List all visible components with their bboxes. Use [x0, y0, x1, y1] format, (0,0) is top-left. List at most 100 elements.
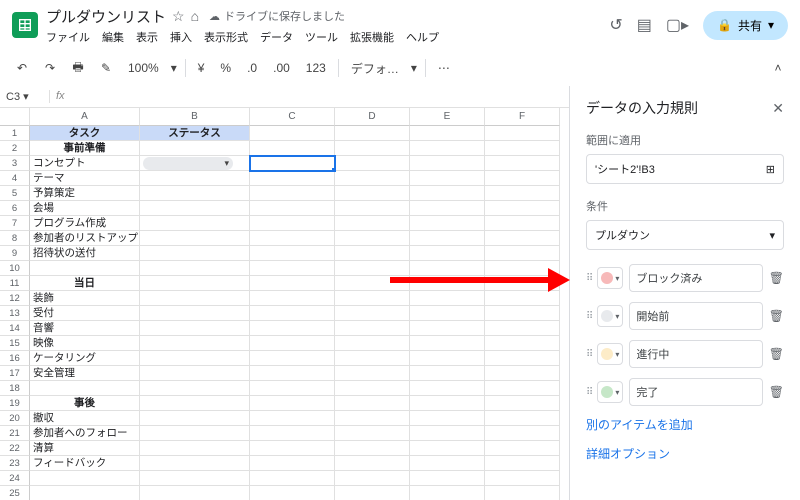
- cell[interactable]: [335, 456, 410, 471]
- move-icon[interactable]: ⌂: [191, 8, 199, 24]
- row-header[interactable]: 25: [0, 486, 30, 500]
- cell[interactable]: [335, 291, 410, 306]
- drag-handle-icon[interactable]: ⠿: [586, 349, 591, 360]
- cell[interactable]: [250, 171, 335, 186]
- row-header[interactable]: 6: [0, 201, 30, 216]
- menu-file[interactable]: ファイル: [46, 29, 90, 45]
- history-icon[interactable]: ↺: [609, 15, 622, 35]
- cell[interactable]: [485, 171, 560, 186]
- cell[interactable]: [335, 321, 410, 336]
- cell[interactable]: [335, 426, 410, 441]
- cell[interactable]: フィードバック: [30, 456, 140, 471]
- cell[interactable]: [140, 426, 250, 441]
- cell[interactable]: [140, 396, 250, 411]
- color-chip[interactable]: ▾: [597, 381, 623, 403]
- cell[interactable]: [140, 411, 250, 426]
- cell[interactable]: [335, 276, 410, 291]
- cell[interactable]: [335, 306, 410, 321]
- cell[interactable]: [410, 456, 485, 471]
- cell[interactable]: [250, 201, 335, 216]
- cell[interactable]: [485, 201, 560, 216]
- row-header[interactable]: 22: [0, 441, 30, 456]
- cell[interactable]: [250, 456, 335, 471]
- font-select[interactable]: デフォ…: [347, 58, 403, 79]
- cell[interactable]: [335, 351, 410, 366]
- cell[interactable]: [140, 276, 250, 291]
- cell[interactable]: [140, 246, 250, 261]
- row-header[interactable]: 12: [0, 291, 30, 306]
- decrease-decimal-button[interactable]: .0: [243, 59, 261, 77]
- cell[interactable]: [140, 261, 250, 276]
- cell[interactable]: [250, 426, 335, 441]
- print-icon[interactable]: 🖶: [68, 58, 88, 79]
- cell[interactable]: ▾: [140, 156, 250, 171]
- cell[interactable]: [410, 261, 485, 276]
- cell[interactable]: [335, 396, 410, 411]
- cell[interactable]: [250, 291, 335, 306]
- drag-handle-icon[interactable]: ⠿: [586, 273, 591, 284]
- cell[interactable]: 受付: [30, 306, 140, 321]
- cell[interactable]: [335, 411, 410, 426]
- cell[interactable]: [250, 261, 335, 276]
- cell[interactable]: [410, 186, 485, 201]
- col-header-f[interactable]: F: [485, 108, 560, 126]
- cell[interactable]: [410, 471, 485, 486]
- cell[interactable]: [140, 291, 250, 306]
- row-header[interactable]: 2: [0, 141, 30, 156]
- drag-handle-icon[interactable]: ⠿: [586, 311, 591, 322]
- menu-help[interactable]: ヘルプ: [406, 29, 439, 45]
- meet-icon[interactable]: ▢▸: [666, 15, 689, 35]
- cell[interactable]: [410, 396, 485, 411]
- menu-format[interactable]: 表示形式: [204, 29, 248, 45]
- cell[interactable]: [250, 306, 335, 321]
- col-header-c[interactable]: C: [250, 108, 335, 126]
- cell[interactable]: [485, 381, 560, 396]
- cell[interactable]: [410, 306, 485, 321]
- cell[interactable]: [410, 411, 485, 426]
- trash-icon[interactable]: 🗑: [769, 347, 784, 361]
- range-input[interactable]: 'シート2'!B3 ⊞: [586, 154, 784, 184]
- cell[interactable]: [410, 126, 485, 141]
- cell[interactable]: 当日: [30, 276, 140, 291]
- cell[interactable]: 音響: [30, 321, 140, 336]
- cell[interactable]: [250, 231, 335, 246]
- row-header[interactable]: 9: [0, 246, 30, 261]
- cell[interactable]: [335, 201, 410, 216]
- cell[interactable]: [485, 231, 560, 246]
- criteria-select[interactable]: プルダウン ▾: [586, 220, 784, 250]
- menu-data[interactable]: データ: [260, 29, 293, 45]
- cell[interactable]: [140, 486, 250, 500]
- cell[interactable]: [335, 486, 410, 500]
- cell[interactable]: [30, 486, 140, 500]
- row-header[interactable]: 1: [0, 126, 30, 141]
- trash-icon[interactable]: 🗑: [769, 385, 784, 399]
- cell[interactable]: [250, 321, 335, 336]
- cell[interactable]: [30, 381, 140, 396]
- row-header[interactable]: 10: [0, 261, 30, 276]
- cell[interactable]: [335, 471, 410, 486]
- menu-edit[interactable]: 編集: [102, 29, 124, 45]
- cell[interactable]: [410, 366, 485, 381]
- cell[interactable]: [140, 456, 250, 471]
- cell[interactable]: [140, 186, 250, 201]
- row-header[interactable]: 5: [0, 186, 30, 201]
- menu-extensions[interactable]: 拡張機能: [350, 29, 394, 45]
- zoom-select[interactable]: 100%: [124, 59, 163, 77]
- cell[interactable]: [410, 486, 485, 500]
- row-header[interactable]: 8: [0, 231, 30, 246]
- cell[interactable]: 招待状の送付: [30, 246, 140, 261]
- cell[interactable]: 清算: [30, 441, 140, 456]
- cell[interactable]: [410, 201, 485, 216]
- cell[interactable]: [485, 426, 560, 441]
- col-header-e[interactable]: E: [410, 108, 485, 126]
- cell[interactable]: 装飾: [30, 291, 140, 306]
- option-input[interactable]: 完了: [629, 378, 762, 406]
- cell[interactable]: [250, 216, 335, 231]
- cell[interactable]: [335, 171, 410, 186]
- cell[interactable]: [410, 321, 485, 336]
- cell[interactable]: ステータス: [140, 126, 250, 141]
- dropdown-chip[interactable]: ▾: [143, 157, 233, 170]
- cell[interactable]: [410, 426, 485, 441]
- option-input[interactable]: ブロック済み: [629, 264, 762, 292]
- cell[interactable]: [485, 306, 560, 321]
